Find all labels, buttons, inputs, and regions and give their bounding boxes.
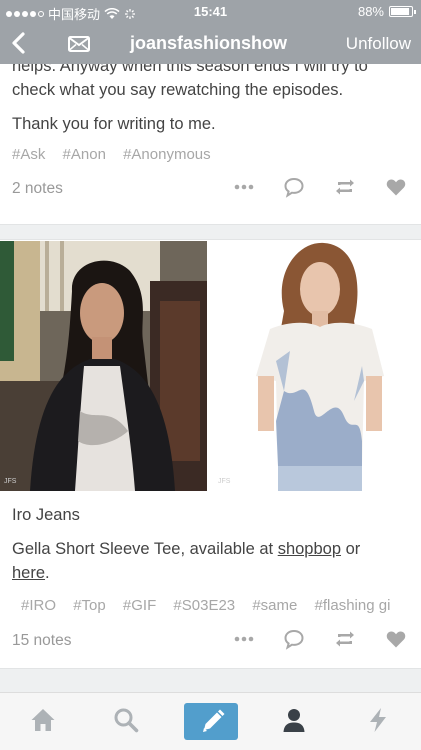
home-icon[interactable] [29, 706, 57, 734]
post-tags: #IRO #Top #GIF #S03E23 #same #flashing g… [0, 597, 421, 614]
battery-icon [389, 6, 416, 17]
more-options-icon[interactable] [233, 628, 255, 650]
tag[interactable]: #same [252, 597, 297, 614]
description-text: Gella Short Sleeve Tee, available at [12, 540, 278, 558]
post-footer: 15 notes [0, 622, 421, 662]
tag[interactable]: #Anon [63, 146, 106, 163]
shopbop-link[interactable]: shopbop [278, 540, 341, 558]
nav-bar: joansfashionshow Unfollow [0, 22, 421, 64]
notes-count[interactable]: 2 notes [12, 180, 63, 198]
activity-icon[interactable] [364, 706, 392, 734]
notes-count[interactable]: 15 notes [12, 632, 71, 650]
like-heart-icon[interactable] [385, 176, 407, 198]
search-icon[interactable] [112, 706, 140, 734]
unfollow-button[interactable]: Unfollow [346, 34, 411, 54]
post-text-thanks: Thank you for writing to me. [12, 115, 216, 133]
post-text-cut: helps. Anyway when this season ends I wi… [12, 64, 368, 75]
post-photoset: JFS JFS Iro Jeans Gella Short Sleeve Tee… [0, 241, 421, 662]
mail-icon[interactable] [68, 36, 90, 52]
tag[interactable]: #GIF [123, 597, 156, 614]
watermark: JFS [218, 478, 231, 485]
post-brand: Iro Jeans [12, 506, 80, 524]
description-text: or [341, 540, 361, 558]
reply-icon[interactable] [283, 628, 305, 650]
photo-woman-cardigan[interactable]: JFS [0, 241, 207, 491]
reblog-icon[interactable] [333, 176, 357, 198]
tag[interactable]: #Top [73, 597, 106, 614]
tag[interactable]: #S03E23 [173, 597, 235, 614]
tag[interactable]: #IRO [21, 597, 56, 614]
photo-model-tee[interactable]: JFS [214, 241, 421, 491]
back-chevron-icon[interactable] [8, 32, 30, 54]
watermark: JFS [4, 478, 17, 485]
account-icon[interactable] [280, 706, 308, 734]
like-heart-icon[interactable] [385, 628, 407, 650]
header: 中国移动 15:41 88% joansfashionshow Unfollow [0, 0, 421, 64]
here-link[interactable]: here [12, 564, 45, 582]
post-footer: 2 notes [0, 170, 421, 210]
reply-icon[interactable] [283, 176, 305, 198]
status-bar: 中国移动 15:41 88% [0, 0, 421, 22]
post-separator [0, 224, 421, 240]
post-tags: #Ask #Anon #Anonymous [0, 146, 421, 163]
tag[interactable]: #flashing gi [315, 597, 391, 614]
post-separator [0, 668, 421, 692]
battery-percent: 88% [357, 4, 384, 19]
reblog-icon[interactable] [333, 628, 357, 650]
post-ask: helps. Anyway when this season ends I wi… [0, 64, 421, 210]
post-text-line: check what you say rewatching the episod… [12, 81, 344, 99]
compose-button[interactable] [184, 703, 238, 740]
tab-bar [0, 692, 421, 750]
tag[interactable]: #Ask [12, 146, 45, 163]
blog-name[interactable]: joansfashionshow [130, 33, 287, 54]
post-description: Gella Short Sleeve Tee, available at sho… [0, 537, 421, 585]
compose-icon [203, 709, 225, 732]
more-options-icon[interactable] [233, 176, 255, 198]
tag[interactable]: #Anonymous [123, 146, 211, 163]
description-text: . [45, 564, 50, 582]
photoset[interactable]: JFS JFS [0, 241, 421, 491]
